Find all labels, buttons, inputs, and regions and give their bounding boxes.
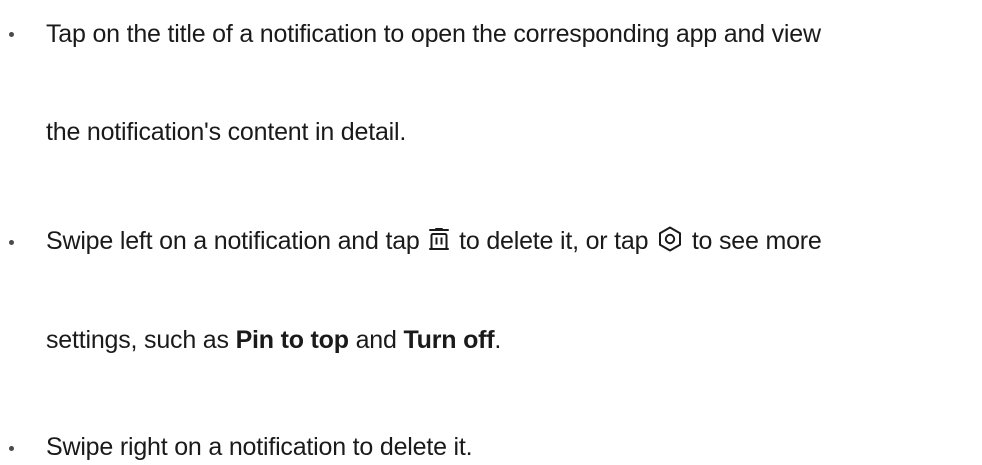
item-3-line-1: Swipe right on a notification to delete … bbox=[46, 432, 473, 462]
item-2-period: . bbox=[494, 326, 502, 354]
turn-off-label: Turn off bbox=[403, 326, 495, 354]
instructions-list: Tap on the title of a notification to op… bbox=[0, 0, 982, 465]
item-3-text: Swipe right on a notification to delete … bbox=[46, 433, 473, 461]
trash-icon bbox=[428, 228, 450, 252]
item-1-text-1: Tap on the title of a notification to op… bbox=[46, 20, 821, 48]
item-2-text-e: and bbox=[355, 326, 397, 354]
item-2-text-a: Swipe left on a notification and tap bbox=[46, 227, 420, 255]
bullet-3 bbox=[9, 446, 14, 451]
item-2-text-d: settings, such as bbox=[46, 326, 229, 354]
bullet-2 bbox=[9, 240, 14, 245]
bullet-1 bbox=[9, 32, 14, 37]
item-2-line-1: Swipe left on a notification and tap to … bbox=[46, 226, 822, 256]
item-2-line-2: settings, such as Pin to top and Turn of… bbox=[46, 325, 501, 355]
item-2-text-c: to see more bbox=[691, 227, 822, 255]
item-1-line-2: the notification's content in detail. bbox=[46, 117, 406, 147]
pin-to-top-label: Pin to top bbox=[235, 326, 349, 354]
settings-hexagon-icon bbox=[657, 226, 683, 252]
item-2-text-b: to delete it, or tap bbox=[459, 227, 649, 255]
item-1-line-1: Tap on the title of a notification to op… bbox=[46, 19, 821, 49]
item-1-text-2: the notification's content in detail. bbox=[46, 118, 407, 146]
